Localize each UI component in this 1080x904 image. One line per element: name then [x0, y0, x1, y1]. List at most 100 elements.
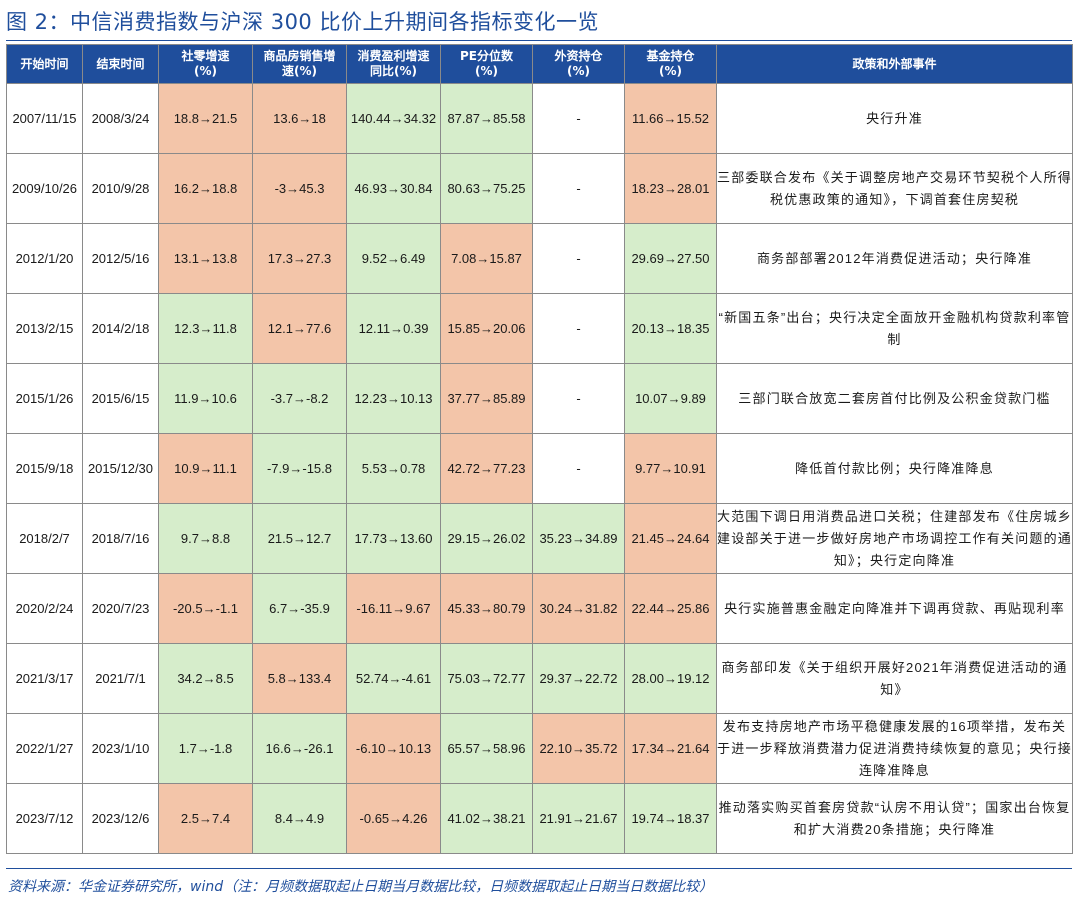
start-date-cell: 2021/3/17 — [6, 643, 83, 714]
table-row: 2022/1/27 2023/1/10 1.7→-1.8 16.6→-26.1 -6.1… — [6, 713, 1073, 784]
retail-cell: 10.9→11.1 — [158, 433, 253, 504]
retail-cell: 13.1→13.8 — [158, 223, 253, 294]
retail-cell: -20.5→-1.1 — [158, 573, 253, 644]
page-title: 图 2：中信消费指数与沪深 300 比价上升期间各指标变化一览 — [6, 10, 599, 34]
policy-events-cell: 发布支持房地产市场平稳健康发展的16项举措，发布关于进一步释放消费潜力促进消费持… — [716, 713, 1073, 784]
policy-events-cell: 三部门联合放宽二套房首付比例及公积金贷款门槛 — [716, 363, 1073, 434]
foreign-cell: 30.24→31.82 — [532, 573, 625, 644]
column-header: 消费盈利增速 同比(%) — [346, 44, 441, 84]
end-date-cell: 2021/7/1 — [82, 643, 159, 714]
house-cell: 13.6→18 — [252, 83, 347, 154]
house-cell: 16.6→-26.1 — [252, 713, 347, 784]
table-row: 2015/1/26 2015/6/15 11.9→10.6 -3.7→-8.2 12.2… — [6, 363, 1073, 434]
end-date-cell: 2014/2/18 — [82, 293, 159, 364]
foreign-cell: 22.10→35.72 — [532, 713, 625, 784]
table-row: 2012/1/20 2012/5/16 13.1→13.8 17.3→27.3 9.52… — [6, 223, 1073, 294]
profit-cell: 12.23→10.13 — [346, 363, 441, 434]
house-cell: 17.3→27.3 — [252, 223, 347, 294]
table-row: 2021/3/17 2021/7/1 34.2→8.5 5.8→133.4 52.74→… — [6, 643, 1073, 714]
policy-events-cell: 央行实施普惠金融定向降准并下调再贷款、再贴现利率 — [716, 573, 1073, 644]
start-date-cell: 2007/11/15 — [6, 83, 83, 154]
policy-events-cell: 大范围下调日用消费品进口关税；住建部发布《住房城乡建设部关于进一步做好房地产市场… — [716, 503, 1073, 574]
column-header: 基金持仓 (%) — [624, 44, 717, 84]
table-row: 2007/11/15 2008/3/24 18.8→21.5 13.6→18 140.4… — [6, 83, 1073, 154]
pe-cell: 15.85→20.06 — [440, 293, 533, 364]
column-header: PE分位数 (%) — [440, 44, 533, 84]
retail-cell: 2.5→7.4 — [158, 783, 253, 854]
table-row: 2013/2/15 2014/2/18 12.3→11.8 12.1→77.6 12.1… — [6, 293, 1073, 364]
fund-cell: 18.23→28.01 — [624, 153, 717, 224]
policy-events-cell: 央行升准 — [716, 83, 1073, 154]
retail-cell: 18.8→21.5 — [158, 83, 253, 154]
end-date-cell: 2008/3/24 — [82, 83, 159, 154]
policy-events-cell: “新国五条”出台；央行决定全面放开金融机构贷款利率管制 — [716, 293, 1073, 364]
foreign-cell: 21.91→21.67 — [532, 783, 625, 854]
foreign-cell: 35.23→34.89 — [532, 503, 625, 574]
pe-cell: 42.72→77.23 — [440, 433, 533, 504]
column-header: 商品房销售增 速(%) — [252, 44, 347, 84]
house-cell: 21.5→12.7 — [252, 503, 347, 574]
retail-cell: 16.2→18.8 — [158, 153, 253, 224]
table-header-row: 开始时间 结束时间 社零增速 (%) 商品房销售增 速(%) 消费盈利增速 同比(%) P… — [6, 44, 1073, 84]
table-row: 2020/2/24 2020/7/23 -20.5→-1.1 6.7→-35.9 -16… — [6, 573, 1073, 644]
end-date-cell: 2015/12/30 — [82, 433, 159, 504]
profit-cell: 17.73→13.60 — [346, 503, 441, 574]
end-date-cell: 2015/6/15 — [82, 363, 159, 434]
retail-cell: 9.7→8.8 — [158, 503, 253, 574]
start-date-cell: 2015/9/18 — [6, 433, 83, 504]
retail-cell: 34.2→8.5 — [158, 643, 253, 714]
profit-cell: 140.44→34.32 — [346, 83, 441, 154]
profit-cell: -16.11→9.67 — [346, 573, 441, 644]
policy-events-cell: 降低首付款比例；央行降准降息 — [716, 433, 1073, 504]
pe-cell: 41.02→38.21 — [440, 783, 533, 854]
fund-cell: 20.13→18.35 — [624, 293, 717, 364]
end-date-cell: 2020/7/23 — [82, 573, 159, 644]
foreign-cell: 29.37→22.72 — [532, 643, 625, 714]
column-header: 外资持仓 (%) — [532, 44, 625, 84]
profit-cell: 52.74→-4.61 — [346, 643, 441, 714]
fund-cell: 28.00→19.12 — [624, 643, 717, 714]
house-cell: 6.7→-35.9 — [252, 573, 347, 644]
profit-cell: 12.11→0.39 — [346, 293, 441, 364]
table-row: 2015/9/18 2015/12/30 10.9→11.1 -7.9→-15.8 5.… — [6, 433, 1073, 504]
fund-cell: 11.66→15.52 — [624, 83, 717, 154]
policy-events-cell: 三部委联合发布《关于调整房地产交易环节契税个人所得税优惠政策的通知》，下调首套住… — [716, 153, 1073, 224]
start-date-cell: 2022/1/27 — [6, 713, 83, 784]
fund-cell: 10.07→9.89 — [624, 363, 717, 434]
foreign-cell: - — [532, 433, 625, 504]
pe-cell: 45.33→80.79 — [440, 573, 533, 644]
column-header: 结束时间 — [82, 44, 159, 84]
table-body: 2007/11/15 2008/3/24 18.8→21.5 13.6→18 140.4… — [6, 83, 1073, 854]
table-row: 2023/7/12 2023/12/6 2.5→7.4 8.4→4.9 -0.65→4.… — [6, 783, 1073, 854]
start-date-cell: 2018/2/7 — [6, 503, 83, 574]
fund-cell: 17.34→21.64 — [624, 713, 717, 784]
indicator-table: 开始时间 结束时间 社零增速 (%) 商品房销售增 速(%) 消费盈利增速 同比(%) P… — [6, 44, 1073, 854]
end-date-cell: 2023/12/6 — [82, 783, 159, 854]
foreign-cell: - — [532, 363, 625, 434]
start-date-cell: 2015/1/26 — [6, 363, 83, 434]
policy-events-cell: 推动落实购买首套房贷款“认房不用认贷”；国家出台恢复和扩大消费20条措施；央行降… — [716, 783, 1073, 854]
house-cell: -3→45.3 — [252, 153, 347, 224]
policy-events-cell: 商务部部署2012年消费促进活动；央行降准 — [716, 223, 1073, 294]
house-cell: 5.8→133.4 — [252, 643, 347, 714]
fund-cell: 22.44→25.86 — [624, 573, 717, 644]
table-row: 2018/2/7 2018/7/16 9.7→8.8 21.5→12.7 17.73→1… — [6, 503, 1073, 574]
house-cell: 12.1→77.6 — [252, 293, 347, 364]
retail-cell: 11.9→10.6 — [158, 363, 253, 434]
profit-cell: 46.93→30.84 — [346, 153, 441, 224]
source-note: 资料来源：华金证券研究所，wind（注：月频数据取起止日期当月数据比较，日频数据… — [8, 879, 714, 895]
foreign-cell: - — [532, 223, 625, 294]
retail-cell: 1.7→-1.8 — [158, 713, 253, 784]
fund-cell: 21.45→24.64 — [624, 503, 717, 574]
start-date-cell: 2023/7/12 — [6, 783, 83, 854]
end-date-cell: 2018/7/16 — [82, 503, 159, 574]
foreign-cell: - — [532, 83, 625, 154]
profit-cell: -0.65→4.26 — [346, 783, 441, 854]
fund-cell: 19.74→18.37 — [624, 783, 717, 854]
end-date-cell: 2023/1/10 — [82, 713, 159, 784]
pe-cell: 29.15→26.02 — [440, 503, 533, 574]
title-divider — [6, 40, 1072, 41]
footer-divider — [6, 868, 1072, 869]
start-date-cell: 2013/2/15 — [6, 293, 83, 364]
end-date-cell: 2010/9/28 — [82, 153, 159, 224]
